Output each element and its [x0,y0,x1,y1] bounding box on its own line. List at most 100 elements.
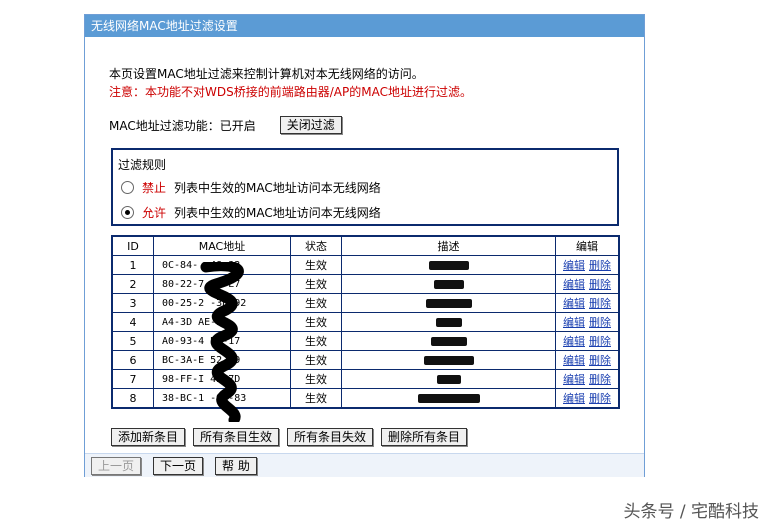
row-edit-cell: 编辑 删除 [555,312,620,332]
row-status: 生效 [290,312,342,332]
row-delete-link[interactable]: 删除 [589,297,611,310]
row-id: 2 [111,274,154,294]
row-edit-link[interactable]: 编辑 [563,392,585,405]
row-status: 生效 [290,369,342,389]
row-edit-link[interactable]: 编辑 [563,278,585,291]
row-id: 6 [111,350,154,370]
redacted-description [425,299,472,308]
col-desc-header: 描述 [341,235,556,256]
table-row: 8 38-BC-1 -96-83 生效 编辑 删除 [111,388,620,409]
redacted-description [433,280,464,289]
col-status-header: 状态 [290,235,342,256]
filter-rules-box: 过滤规则 禁止 列表中生效的MAC地址访问本无线网络 允许 列表中生效的MAC地… [111,148,619,226]
row-description [341,293,556,313]
rule-allow-keyword: 允许 [142,206,167,220]
row-edit-link[interactable]: 编辑 [563,297,585,310]
redacted-description [436,375,461,384]
row-edit-cell: 编辑 删除 [555,255,620,275]
table-row: 4 A4-3D AE-E 生效 编辑 删除 [111,312,620,332]
redacted-description [428,261,469,270]
row-delete-link[interactable]: 删除 [589,392,611,405]
redacted-description [417,394,480,403]
col-id-header: ID [111,235,154,256]
rule-allow-option[interactable]: 允许 列表中生效的MAC地址访问本无线网络 [121,204,381,221]
row-delete-link[interactable]: 删除 [589,373,611,386]
filter-status-label: MAC地址过滤功能：已开启 [109,118,256,133]
row-delete-link[interactable]: 删除 [589,316,611,329]
row-edit-link[interactable]: 编辑 [563,335,585,348]
row-description [341,312,556,332]
enable-all-button[interactable]: 所有条目生效 [193,428,280,446]
rule-allow-text: 列表中生效的MAC地址访问本无线网络 [174,206,381,220]
row-description [341,274,556,294]
row-status: 生效 [290,255,342,275]
next-page-button[interactable]: 下一页 [153,456,204,475]
row-id: 3 [111,293,154,313]
row-description [341,388,556,409]
rule-deny-keyword: 禁止 [142,181,167,195]
row-edit-cell: 编辑 删除 [555,350,620,370]
table-row: 5 A0-93-4 B9-17 生效 编辑 删除 [111,331,620,351]
row-edit-cell: 编辑 删除 [555,388,620,409]
row-status: 生效 [290,293,342,313]
col-edit-header: 编辑 [555,235,620,256]
row-delete-link[interactable]: 删除 [589,335,611,348]
redacted-description [430,337,467,346]
rule-deny-option[interactable]: 禁止 列表中生效的MAC地址访问本无线网络 [121,179,381,196]
redaction-scribble [200,262,244,422]
pagination-bar: 上一页 下一页 帮 助 [85,453,644,477]
delete-all-button[interactable]: 删除所有条目 [381,428,468,446]
intro-description: 本页设置MAC地址过滤来控制计算机对本无线网络的访问。 [109,67,424,81]
rule-allow-radio[interactable] [121,206,134,219]
row-description [341,255,556,275]
redacted-description [423,356,474,365]
row-edit-link[interactable]: 编辑 [563,316,585,329]
row-id: 5 [111,331,154,351]
row-status: 生效 [290,350,342,370]
table-header-row: ID MAC地址 状态 描述 编辑 [111,235,620,256]
row-id: 4 [111,312,154,332]
filter-status-row: MAC地址过滤功能：已开启 关闭过滤 [109,116,342,134]
row-delete-link[interactable]: 删除 [589,259,611,272]
watermark-text: 头条号 / 宅酷科技 [623,502,759,522]
panel-title: 无线网络MAC地址过滤设置 [85,15,644,37]
row-status: 生效 [290,388,342,409]
rule-deny-text: 列表中生效的MAC地址访问本无线网络 [174,181,381,195]
row-description [341,331,556,351]
table-row: 6 BC-3A-E 52-19 生效 编辑 删除 [111,350,620,370]
table-row: 3 00-25-2 -3D-92 生效 编辑 删除 [111,293,620,313]
col-mac-header: MAC地址 [153,235,291,256]
table-actions: 添加新条目 所有条目生效 所有条目失效 删除所有条目 [111,428,468,446]
row-id: 7 [111,369,154,389]
mac-address-table: ID MAC地址 状态 描述 编辑 1 0C-84- -48-33 生效 编辑 删除 2 8… [111,235,620,409]
intro-warning: 注意：本功能不对WDS桥接的前端路由器/AP的MAC地址进行过滤。 [109,85,472,99]
row-edit-cell: 编辑 删除 [555,293,620,313]
row-edit-cell: 编辑 删除 [555,369,620,389]
filter-rules-title: 过滤规则 [118,158,167,172]
table-row: 1 0C-84- -48-33 生效 编辑 删除 [111,255,620,275]
row-delete-link[interactable]: 删除 [589,278,611,291]
row-status: 生效 [290,331,342,351]
table-row: 7 98-FF-I 4E-7D 生效 编辑 删除 [111,369,620,389]
row-delete-link[interactable]: 删除 [589,354,611,367]
prev-page-button[interactable]: 上一页 [91,456,142,475]
row-edit-link[interactable]: 编辑 [563,354,585,367]
row-id: 1 [111,255,154,275]
mac-filter-panel: 无线网络MAC地址过滤设置 本页设置MAC地址过滤来控制计算机对本无线网络的访问… [84,14,645,477]
add-entry-button[interactable]: 添加新条目 [111,428,186,446]
intro-text: 本页设置MAC地址过滤来控制计算机对本无线网络的访问。 注意：本功能不对WDS桥… [109,65,472,101]
disable-all-button[interactable]: 所有条目失效 [287,428,374,446]
row-edit-link[interactable]: 编辑 [563,373,585,386]
rule-deny-radio[interactable] [121,181,134,194]
row-description [341,350,556,370]
redacted-description [435,318,462,327]
row-description [341,369,556,389]
row-edit-link[interactable]: 编辑 [563,259,585,272]
row-status: 生效 [290,274,342,294]
disable-filter-button[interactable]: 关闭过滤 [279,116,342,134]
row-edit-cell: 编辑 删除 [555,274,620,294]
row-edit-cell: 编辑 删除 [555,331,620,351]
table-row: 2 80-22-7 07-E7 生效 编辑 删除 [111,274,620,294]
help-button[interactable]: 帮 助 [215,456,257,475]
row-id: 8 [111,388,154,409]
